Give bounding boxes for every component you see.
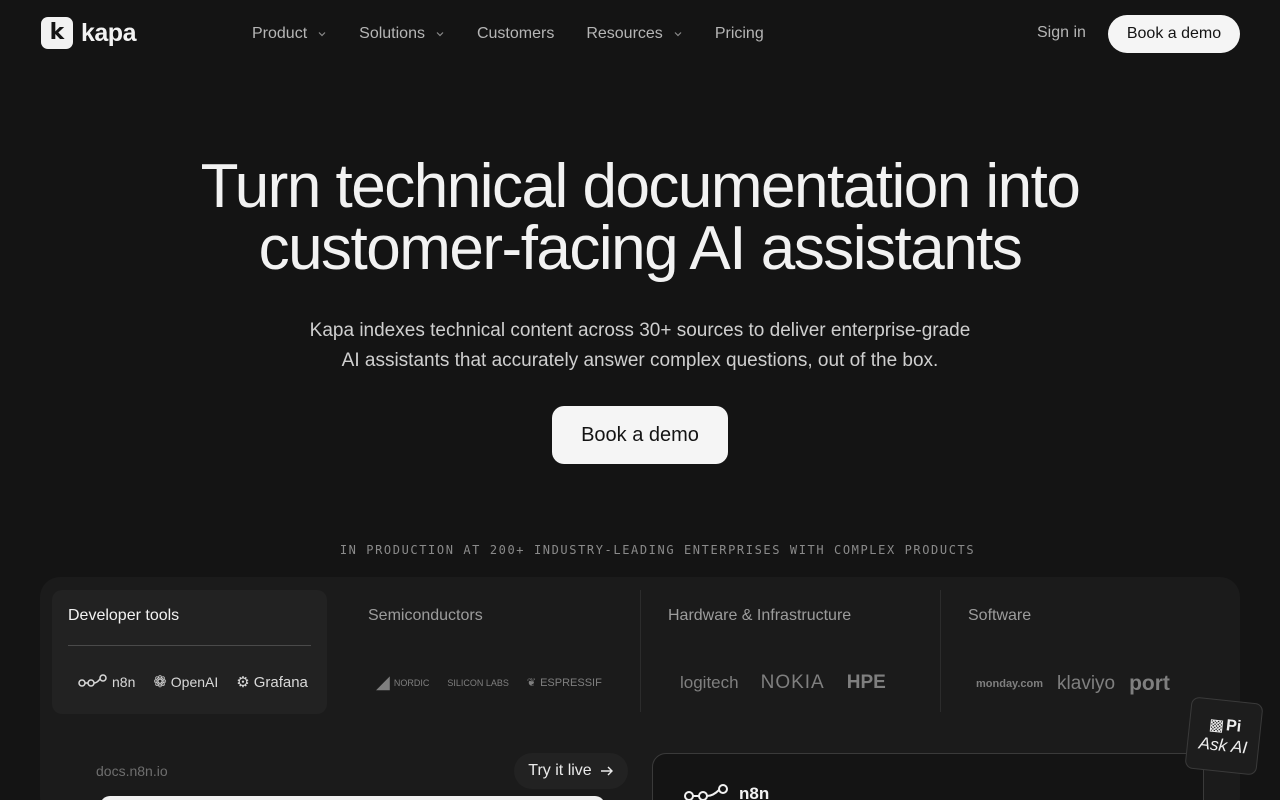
category-separator	[940, 590, 941, 712]
hero-subtitle-line: Kapa indexes technical content across 30…	[309, 320, 971, 341]
hero-title-line: customer-facing AI assistants	[258, 214, 1023, 283]
customers-eyebrow: IN PRODUCTION AT 200+ INDUSTRY-LEADING E…	[339, 543, 976, 557]
grafana-icon: ⚙	[236, 674, 250, 691]
n8n-icon	[684, 784, 728, 800]
category-label: Developer tools	[68, 607, 180, 624]
software-logos: monday.com klaviyo port	[976, 672, 1170, 696]
nordic-icon: ◢	[376, 672, 390, 692]
category-separator	[640, 590, 641, 712]
brand-name: Grafana	[253, 673, 308, 691]
n8n-icon	[78, 674, 107, 687]
espressif-logo: ❦ ESPRESSIF	[526, 676, 602, 690]
port-logo: port	[1129, 672, 1170, 695]
preview-card: n8n	[652, 753, 1204, 800]
arrow-right-icon	[600, 766, 613, 776]
category-developer-tools[interactable]: Developer tools	[52, 590, 327, 714]
preview-brand-name: n8n	[739, 784, 770, 800]
hero-book-demo-button[interactable]: Book a demo	[552, 406, 728, 464]
chevron-down-icon	[674, 32, 682, 37]
espressif-icon: ❦	[526, 677, 537, 689]
category-label: Software	[968, 607, 1032, 624]
category-hardware[interactable]: Hardware & Infrastructure	[652, 590, 940, 714]
try-it-live-label: Try it live	[528, 762, 592, 779]
menu-item-label: Product	[252, 25, 308, 42]
top-nav: k kapa Product Solutions Customers Resou…	[0, 0, 1280, 68]
menu-item-label: Pricing	[714, 25, 764, 42]
ask-ai-label: Ask AI	[1197, 733, 1249, 758]
openai-logo: ❁ OpenAI	[153, 672, 218, 692]
category-label: Semiconductors	[368, 607, 483, 624]
menu-item-solutions[interactable]: Solutions	[359, 25, 445, 43]
nokia-logo: NOKIA	[760, 672, 825, 693]
sign-in-link[interactable]: Sign in	[1037, 24, 1086, 42]
brand-name: OpenAI	[170, 674, 219, 690]
category-semiconductors[interactable]: Semiconductors	[352, 590, 640, 714]
menu-item-resources[interactable]: Resources	[586, 25, 682, 43]
hero-subtitle-line: AI assistants that accurately answer com…	[341, 350, 939, 371]
menu-item-label: Resources	[586, 25, 663, 42]
try-it-live-button[interactable]: Try it live	[514, 753, 628, 789]
logitech-logo: logitech	[680, 673, 739, 692]
chevron-down-icon	[436, 32, 444, 37]
grafana-logo: ⚙ Grafana	[236, 673, 308, 692]
silicon-labs-logo: SILICON LABS	[447, 678, 509, 688]
semiconductor-logos: ◢ NORDIC SILICON LABS ❦ ESPRESSIF	[376, 672, 602, 693]
menu-item-customers[interactable]: Customers	[477, 25, 554, 43]
n8n-logo: n8n	[78, 674, 135, 690]
hardware-logos: logitech NOKIA HPE	[680, 672, 886, 694]
nav-book-demo-button[interactable]: Book a demo	[1108, 15, 1240, 53]
hero-title-line: Turn technical documentation into	[200, 152, 1081, 221]
docs-url: docs.n8n.io	[96, 763, 168, 779]
ask-ai-image-alt: Pi	[1225, 717, 1243, 736]
openai-icon: ❁	[153, 674, 167, 691]
menu-item-product[interactable]: Product	[252, 25, 327, 43]
main-menu: Product Solutions Customers Resources Pr…	[252, 0, 796, 68]
preview-n8n-logo: n8n	[683, 784, 769, 800]
menu-item-label: Solutions	[359, 25, 425, 42]
category-divider	[68, 645, 311, 646]
menu-item-pricing[interactable]: Pricing	[715, 25, 764, 43]
demo-input[interactable]	[100, 796, 605, 800]
menu-item-label: Customers	[476, 25, 555, 42]
hero-subtitle: Kapa indexes technical content across 30…	[260, 316, 1020, 376]
monday-logo: monday.com	[976, 678, 1044, 690]
brand-name: SILICON LABS	[447, 677, 509, 688]
brand-name: NORDIC	[393, 677, 430, 688]
kapa-logo-icon: k	[41, 17, 73, 49]
logo-text: kapa	[81, 18, 136, 47]
ask-ai-button[interactable]: ▩ Pi Ask AI	[1184, 696, 1264, 776]
category-label: Hardware & Infrastructure	[668, 607, 852, 624]
kapa-logo[interactable]: k kapa	[41, 17, 136, 49]
hero-title: Turn technical documentation into custom…	[0, 156, 1280, 280]
klaviyo-logo: klaviyo	[1057, 673, 1116, 694]
brand-name: n8n	[112, 674, 136, 690]
hpe-logo: HPE	[846, 672, 886, 693]
brand-name: ESPRESSIF	[540, 676, 602, 689]
chevron-down-icon	[318, 32, 326, 37]
broken-image-icon: ▩	[1208, 716, 1225, 735]
developer-tools-logos: n8n ❁ OpenAI ⚙ Grafana	[78, 672, 308, 692]
nordic-logo: ◢ NORDIC	[376, 672, 429, 693]
